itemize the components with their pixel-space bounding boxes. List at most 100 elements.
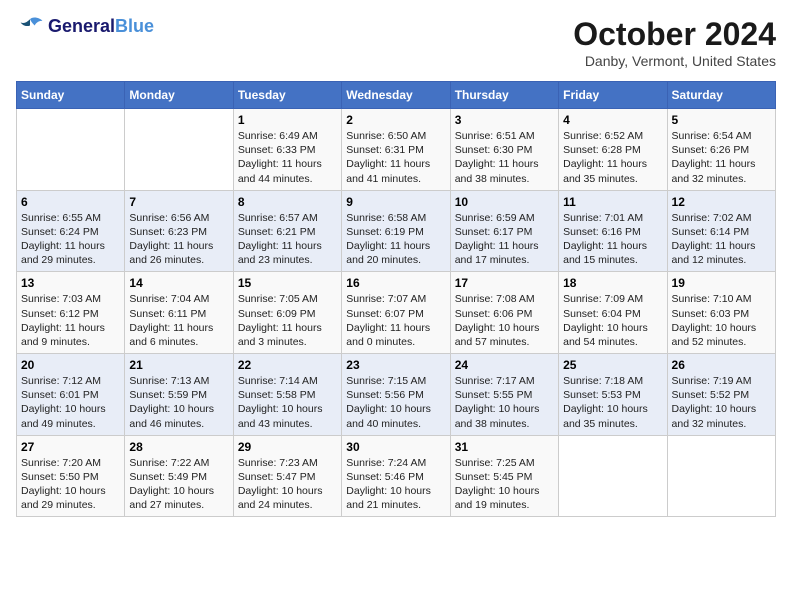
day-number: 16 (346, 276, 445, 290)
calendar-cell: 20 Sunrise: 7:12 AM Sunset: 6:01 PM Dayli… (17, 354, 125, 436)
calendar-cell: 12 Sunrise: 7:02 AM Sunset: 6:14 PM Dayli… (667, 190, 775, 272)
calendar-cell: 25Sunrise: 7:18 AM Sunset: 5:53 PM Dayli… (559, 354, 667, 436)
day-number: 9 (346, 195, 445, 209)
day-number: 13 (21, 276, 120, 290)
days-of-week-row: SundayMondayTuesdayWednesdayThursdayFrid… (17, 82, 776, 109)
calendar-cell: 16Sunrise: 7:07 AM Sunset: 6:07 PM Dayli… (342, 272, 450, 354)
calendar-week-row: 13Sunrise: 7:03 AM Sunset: 6:12 PM Dayli… (17, 272, 776, 354)
calendar-cell: 11 Sunrise: 7:01 AM Sunset: 6:16 PM Dayli… (559, 190, 667, 272)
day-number: 5 (672, 113, 771, 127)
calendar-cell: 26 Sunrise: 7:19 AM Sunset: 5:52 PM Dayli… (667, 354, 775, 436)
cell-info: Sunrise: 6:54 AM Sunset: 6:26 PM Dayligh… (672, 129, 771, 186)
cell-info: Sunrise: 7:12 AM Sunset: 6:01 PM Dayligh… (21, 374, 120, 431)
calendar-cell: 5 Sunrise: 6:54 AM Sunset: 6:26 PM Daylig… (667, 109, 775, 191)
day-number: 17 (455, 276, 554, 290)
day-number: 25 (563, 358, 662, 372)
day-number: 21 (129, 358, 228, 372)
day-of-week-header: Sunday (17, 82, 125, 109)
day-number: 19 (672, 276, 771, 290)
calendar-week-row: 20 Sunrise: 7:12 AM Sunset: 6:01 PM Dayli… (17, 354, 776, 436)
day-number: 3 (455, 113, 554, 127)
title-block: October 2024 Danby, Vermont, United Stat… (573, 16, 776, 69)
calendar-cell: 31 Sunrise: 7:25 AM Sunset: 5:45 PM Dayli… (450, 435, 558, 517)
calendar-cell: 18 Sunrise: 7:09 AM Sunset: 6:04 PM Dayli… (559, 272, 667, 354)
day-of-week-header: Thursday (450, 82, 558, 109)
cell-info: Sunrise: 7:10 AM Sunset: 6:03 PM Dayligh… (672, 292, 771, 349)
day-number: 28 (129, 440, 228, 454)
cell-info: Sunrise: 6:49 AM Sunset: 6:33 PM Dayligh… (238, 129, 337, 186)
day-number: 12 (672, 195, 771, 209)
cell-info: Sunrise: 7:20 AM Sunset: 5:50 PM Dayligh… (21, 456, 120, 513)
cell-info: Sunrise: 6:51 AM Sunset: 6:30 PM Dayligh… (455, 129, 554, 186)
calendar-cell (17, 109, 125, 191)
calendar-cell: 6Sunrise: 6:55 AM Sunset: 6:24 PM Daylig… (17, 190, 125, 272)
calendar-cell: 23Sunrise: 7:15 AM Sunset: 5:56 PM Dayli… (342, 354, 450, 436)
day-number: 24 (455, 358, 554, 372)
day-number: 6 (21, 195, 120, 209)
calendar-cell: 27 Sunrise: 7:20 AM Sunset: 5:50 PM Dayli… (17, 435, 125, 517)
cell-info: Sunrise: 7:25 AM Sunset: 5:45 PM Dayligh… (455, 456, 554, 513)
calendar-week-row: 27 Sunrise: 7:20 AM Sunset: 5:50 PM Dayli… (17, 435, 776, 517)
cell-info: Sunrise: 7:09 AM Sunset: 6:04 PM Dayligh… (563, 292, 662, 349)
calendar-header: SundayMondayTuesdayWednesdayThursdayFrid… (17, 82, 776, 109)
day-number: 22 (238, 358, 337, 372)
cell-info: Sunrise: 7:14 AM Sunset: 5:58 PM Dayligh… (238, 374, 337, 431)
location: Danby, Vermont, United States (573, 53, 776, 69)
day-number: 11 (563, 195, 662, 209)
calendar-cell (559, 435, 667, 517)
day-number: 14 (129, 276, 228, 290)
calendar-week-row: 1 Sunrise: 6:49 AM Sunset: 6:33 PM Daylig… (17, 109, 776, 191)
day-number: 20 (21, 358, 120, 372)
calendar-body: 1 Sunrise: 6:49 AM Sunset: 6:33 PM Daylig… (17, 109, 776, 517)
day-number: 4 (563, 113, 662, 127)
calendar-cell: 7Sunrise: 6:56 AM Sunset: 6:23 PM Daylig… (125, 190, 233, 272)
cell-info: Sunrise: 7:17 AM Sunset: 5:55 PM Dayligh… (455, 374, 554, 431)
calendar-cell: 24 Sunrise: 7:17 AM Sunset: 5:55 PM Dayli… (450, 354, 558, 436)
calendar-cell: 21 Sunrise: 7:13 AM Sunset: 5:59 PM Dayli… (125, 354, 233, 436)
cell-info: Sunrise: 6:57 AM Sunset: 6:21 PM Dayligh… (238, 211, 337, 268)
cell-info: Sunrise: 7:13 AM Sunset: 5:59 PM Dayligh… (129, 374, 228, 431)
day-number: 2 (346, 113, 445, 127)
calendar-week-row: 6Sunrise: 6:55 AM Sunset: 6:24 PM Daylig… (17, 190, 776, 272)
month-title: October 2024 (573, 16, 776, 53)
day-of-week-header: Tuesday (233, 82, 341, 109)
calendar-cell: 17Sunrise: 7:08 AM Sunset: 6:06 PM Dayli… (450, 272, 558, 354)
cell-info: Sunrise: 7:24 AM Sunset: 5:46 PM Dayligh… (346, 456, 445, 513)
calendar-cell: 2 Sunrise: 6:50 AM Sunset: 6:31 PM Daylig… (342, 109, 450, 191)
day-number: 7 (129, 195, 228, 209)
day-of-week-header: Friday (559, 82, 667, 109)
cell-info: Sunrise: 7:19 AM Sunset: 5:52 PM Dayligh… (672, 374, 771, 431)
day-number: 31 (455, 440, 554, 454)
day-number: 23 (346, 358, 445, 372)
calendar-cell: 15Sunrise: 7:05 AM Sunset: 6:09 PM Dayli… (233, 272, 341, 354)
day-number: 26 (672, 358, 771, 372)
cell-info: Sunrise: 6:50 AM Sunset: 6:31 PM Dayligh… (346, 129, 445, 186)
calendar-cell: 13Sunrise: 7:03 AM Sunset: 6:12 PM Dayli… (17, 272, 125, 354)
calendar-cell: 30Sunrise: 7:24 AM Sunset: 5:46 PM Dayli… (342, 435, 450, 517)
cell-info: Sunrise: 7:02 AM Sunset: 6:14 PM Dayligh… (672, 211, 771, 268)
page-header: GeneralBlue October 2024 Danby, Vermont,… (16, 16, 776, 69)
logo: GeneralBlue (16, 16, 154, 38)
day-of-week-header: Monday (125, 82, 233, 109)
cell-info: Sunrise: 7:05 AM Sunset: 6:09 PM Dayligh… (238, 292, 337, 349)
calendar-cell: 9 Sunrise: 6:58 AM Sunset: 6:19 PM Daylig… (342, 190, 450, 272)
cell-info: Sunrise: 7:01 AM Sunset: 6:16 PM Dayligh… (563, 211, 662, 268)
day-number: 27 (21, 440, 120, 454)
day-of-week-header: Wednesday (342, 82, 450, 109)
cell-info: Sunrise: 7:04 AM Sunset: 6:11 PM Dayligh… (129, 292, 228, 349)
logo-text: GeneralBlue (48, 17, 154, 37)
calendar-cell: 14 Sunrise: 7:04 AM Sunset: 6:11 PM Dayli… (125, 272, 233, 354)
day-number: 18 (563, 276, 662, 290)
cell-info: Sunrise: 7:23 AM Sunset: 5:47 PM Dayligh… (238, 456, 337, 513)
calendar-cell (667, 435, 775, 517)
calendar-table: SundayMondayTuesdayWednesdayThursdayFrid… (16, 81, 776, 517)
cell-info: Sunrise: 6:52 AM Sunset: 6:28 PM Dayligh… (563, 129, 662, 186)
calendar-cell: 1 Sunrise: 6:49 AM Sunset: 6:33 PM Daylig… (233, 109, 341, 191)
calendar-cell: 22 Sunrise: 7:14 AM Sunset: 5:58 PM Dayli… (233, 354, 341, 436)
calendar-cell (125, 109, 233, 191)
day-number: 29 (238, 440, 337, 454)
day-number: 8 (238, 195, 337, 209)
calendar-cell: 3 Sunrise: 6:51 AM Sunset: 6:30 PM Daylig… (450, 109, 558, 191)
cell-info: Sunrise: 6:58 AM Sunset: 6:19 PM Dayligh… (346, 211, 445, 268)
day-number: 1 (238, 113, 337, 127)
